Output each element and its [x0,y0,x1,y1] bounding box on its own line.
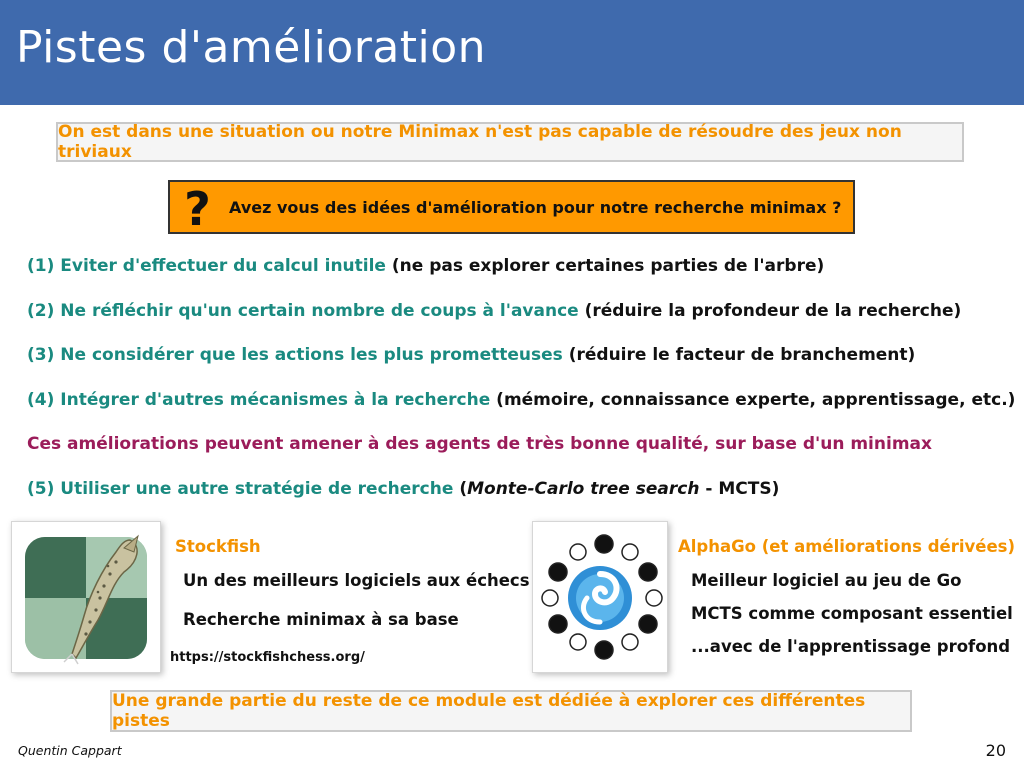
slide-title: Pistes d'amélioration [16,22,487,73]
item-detail-rest: - MCTS) [699,478,780,499]
item-number: (4) [27,389,55,410]
situation-callout-text: On est dans une situation ou notre Minim… [58,122,902,162]
module-callout-text: Une grande partie du reste de ce module … [112,691,866,731]
list-item: (1) Eviter d'effectuer du calcul inutile… [27,256,1017,301]
alphago-heading: AlphaGo (et améliorations dérivées) [678,537,1016,556]
item-number: (1) [27,256,55,276]
stockfish-heading: Stockfish [175,537,261,556]
module-callout: Une grande partie du reste de ce module … [110,690,912,732]
improvement-list: (1) Eviter d'effectuer du calcul inutile… [27,256,1017,523]
item-title: Ne considérer que les actions les plus p… [60,345,563,365]
alphago-logo-card [532,521,668,673]
item-number: (2) [27,300,55,321]
item-detail: (réduire la profondeur de la recherche) [584,300,962,321]
item-title: Ne réfléchir qu'un certain nombre de cou… [60,300,579,321]
footer-author: Quentin Cappart [18,743,122,758]
item-title: Utiliser une autre stratégie de recherch… [60,478,454,499]
stockfish-logo-card [11,521,161,673]
alphago-line-1: Meilleur logiciel au jeu de Go [691,571,962,590]
alphago-line-2: MCTS comme composant essentiel [691,604,1013,623]
list-item: (4) Intégrer d'autres mécanismes à la re… [27,390,1017,435]
item-detail: (mémoire, connaissance experte, apprenti… [496,389,1016,410]
item-title: Intégrer d'autres mécanismes à la recher… [60,389,491,410]
item-number: (3) [27,345,55,365]
page-number: 20 [985,741,1006,760]
item-detail-italic: Monte-Carlo tree search [467,478,700,499]
alphago-logo-icon [541,534,663,660]
item-detail: (ne pas explorer certaines parties de l'… [391,256,825,276]
item-number: (5) [27,478,55,499]
list-item: (2) Ne réfléchir qu'un certain nombre de… [27,301,1017,346]
improvement-note: Ces améliorations peuvent amener à des a… [27,434,932,454]
alphago-line-3: ...avec de l'apprentissage profond [691,637,1011,656]
item-detail: (réduire le facteur de branchement) [568,345,916,365]
stockfish-link[interactable]: https://stockfishchess.org/ [170,650,365,665]
list-item: (5) Utiliser une autre stratégie de rech… [27,479,1017,524]
item-detail-open: ( [459,478,468,499]
list-item: (3) Ne considérer que les actions les pl… [27,345,1017,390]
slide-header: Pistes d'amélioration [0,0,1024,105]
situation-callout: On est dans une situation ou notre Minim… [56,122,964,162]
stockfish-line-1: Un des meilleurs logiciels aux échecs [183,571,530,590]
stockfish-fish-logo-icon [25,534,147,665]
question-box: ? Avez vous des idées d'amélioration pou… [168,180,855,234]
question-text: Avez vous des idées d'amélioration pour … [229,197,842,217]
question-mark-icon: ? [184,182,211,236]
stockfish-line-2: Recherche minimax à sa base [183,610,459,629]
item-title: Eviter d'effectuer du calcul inutile [60,256,386,276]
